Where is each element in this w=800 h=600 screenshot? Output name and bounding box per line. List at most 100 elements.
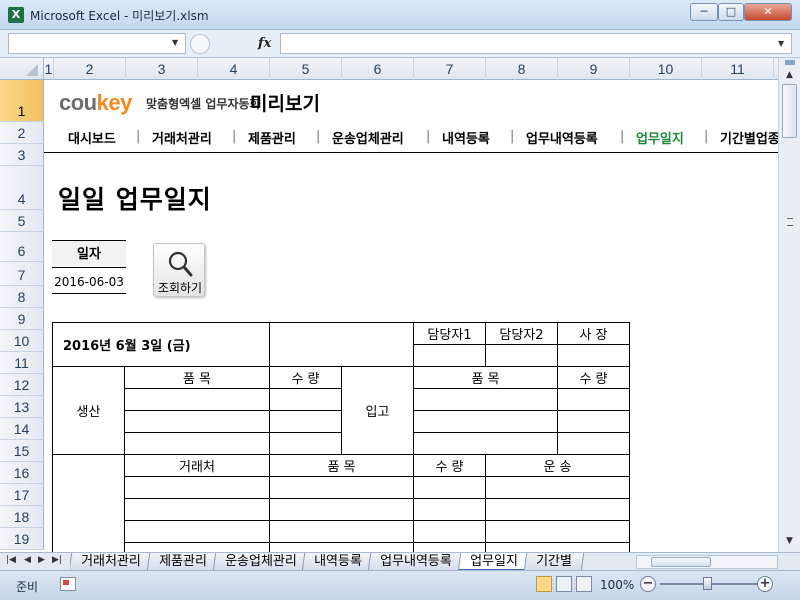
zoom-in-button[interactable]: +: [757, 576, 773, 592]
row-header[interactable]: 11: [0, 352, 44, 374]
vertical-scroll-thumb[interactable]: [782, 84, 797, 138]
approver-2-sign[interactable]: [485, 344, 558, 367]
log-date-cell[interactable]: 2016년 6월 3일 (금): [52, 322, 270, 367]
shipping-transport-cell[interactable]: [485, 498, 630, 521]
production-item-cell[interactable]: [124, 388, 270, 411]
shipping-item-cell[interactable]: [269, 520, 414, 543]
row-header[interactable]: 19: [0, 528, 44, 550]
row-header[interactable]: 18: [0, 506, 44, 528]
incoming-item-cell[interactable]: [413, 432, 558, 455]
formula-input[interactable]: [280, 33, 792, 54]
row-header[interactable]: 17: [0, 484, 44, 506]
nav-item[interactable]: 업무일지: [636, 128, 684, 147]
horizontal-scroll-thumb[interactable]: [651, 557, 711, 567]
shipping-qty-cell[interactable]: [413, 498, 486, 521]
column-header[interactable]: 1: [44, 58, 54, 80]
incoming-qty-cell[interactable]: [557, 410, 630, 433]
scroll-down-icon[interactable]: ▼: [782, 534, 797, 549]
production-qty-cell[interactable]: [269, 388, 342, 411]
zoom-level[interactable]: 100%: [600, 578, 634, 592]
name-box-dropdown-icon[interactable]: ▼: [172, 38, 178, 47]
row-header[interactable]: 4: [0, 166, 44, 210]
shipping-transport-cell[interactable]: [485, 476, 630, 499]
incoming-qty-cell[interactable]: [557, 432, 630, 455]
column-header[interactable]: 11: [702, 58, 774, 80]
production-item-cell[interactable]: [124, 410, 270, 433]
close-button[interactable]: ✕: [744, 3, 792, 21]
incoming-qty-cell[interactable]: [557, 388, 630, 411]
shipping-client-cell[interactable]: [124, 476, 270, 499]
last-sheet-icon[interactable]: ▶|: [52, 555, 62, 565]
column-header[interactable]: 8: [486, 58, 558, 80]
nav-item[interactable]: 내역등록: [442, 128, 490, 147]
row-header[interactable]: 3: [0, 144, 44, 166]
column-header[interactable]: 5: [270, 58, 342, 80]
shipping-item-cell[interactable]: [269, 476, 414, 499]
row-header[interactable]: 8: [0, 286, 44, 308]
nav-item[interactable]: 거래처관리: [152, 128, 212, 147]
column-header[interactable]: 6: [342, 58, 414, 80]
production-qty-cell[interactable]: [269, 432, 342, 455]
shipping-transport-cell[interactable]: [485, 520, 630, 543]
row-header[interactable]: 15: [0, 440, 44, 462]
column-header[interactable]: 9: [558, 58, 630, 80]
blank-cell[interactable]: [269, 322, 414, 367]
page-layout-view-icon[interactable]: [556, 576, 572, 592]
row-header[interactable]: 14: [0, 418, 44, 440]
column-header[interactable]: 7: [414, 58, 486, 80]
sheet-tab[interactable]: 업무일지: [457, 553, 531, 571]
production-item-cell[interactable]: [124, 432, 270, 455]
row-header[interactable]: 5: [0, 210, 44, 232]
next-sheet-icon[interactable]: ▶: [38, 555, 45, 565]
row-header[interactable]: 16: [0, 462, 44, 484]
maximize-button[interactable]: □: [718, 3, 744, 21]
formula-expand-icon[interactable]: ▼: [778, 39, 784, 48]
zoom-out-button[interactable]: −: [640, 576, 656, 592]
approver-1-sign[interactable]: [413, 344, 486, 367]
incoming-item-cell[interactable]: [413, 410, 558, 433]
nav-item[interactable]: 운송업체관리: [332, 128, 404, 147]
sheet-tab[interactable]: 거래처관리: [70, 553, 154, 571]
sheet-tab[interactable]: 업무내역등록: [368, 553, 465, 571]
column-header[interactable]: 10: [630, 58, 702, 80]
row-header[interactable]: 10: [0, 330, 44, 352]
normal-view-icon[interactable]: [536, 576, 552, 592]
column-header[interactable]: 3: [126, 58, 198, 80]
zoom-slider-thumb[interactable]: [703, 577, 712, 590]
incoming-item-cell[interactable]: [413, 388, 558, 411]
sheet-tab[interactable]: 제품관리: [146, 553, 219, 571]
shipping-qty-cell[interactable]: [413, 476, 486, 499]
macro-record-icon[interactable]: [60, 577, 76, 591]
row-header[interactable]: 2: [0, 122, 44, 144]
row-header[interactable]: 7: [0, 262, 44, 286]
first-sheet-icon[interactable]: |◀: [6, 555, 16, 565]
date-input[interactable]: 2016-06-03: [52, 270, 126, 294]
sheet-tab[interactable]: 운송업체관리: [212, 553, 309, 571]
vertical-scrollbar[interactable]: ▲ ▼: [778, 58, 800, 552]
approver-ceo-sign[interactable]: [557, 344, 630, 367]
row-header[interactable]: 13: [0, 396, 44, 418]
sheet-tab[interactable]: 내역등록: [302, 553, 375, 571]
row-header[interactable]: 12: [0, 374, 44, 396]
column-header[interactable]: 4: [198, 58, 270, 80]
production-qty-cell[interactable]: [269, 410, 342, 433]
shipping-client-cell[interactable]: [124, 520, 270, 543]
nav-item[interactable]: 대시보드: [68, 128, 116, 147]
shipping-qty-cell[interactable]: [413, 542, 486, 552]
shipping-transport-cell[interactable]: [485, 542, 630, 552]
minimize-button[interactable]: ─: [690, 3, 718, 21]
shipping-item-cell[interactable]: [269, 542, 414, 552]
column-header[interactable]: 2: [54, 58, 126, 80]
shipping-client-cell[interactable]: [124, 542, 270, 552]
nav-item[interactable]: 제품관리: [248, 128, 296, 147]
prev-sheet-icon[interactable]: ◀: [24, 555, 31, 565]
shipping-qty-cell[interactable]: [413, 520, 486, 543]
shipping-item-cell[interactable]: [269, 498, 414, 521]
excel-app-icon[interactable]: X: [8, 7, 24, 23]
search-button[interactable]: 조회하기: [153, 243, 205, 297]
insert-function-icon[interactable]: fx: [258, 36, 271, 51]
select-all-corner[interactable]: [0, 58, 44, 80]
row-header[interactable]: 1: [0, 80, 44, 122]
shipping-client-cell[interactable]: [124, 498, 270, 521]
horizontal-scrollbar[interactable]: [636, 555, 778, 569]
